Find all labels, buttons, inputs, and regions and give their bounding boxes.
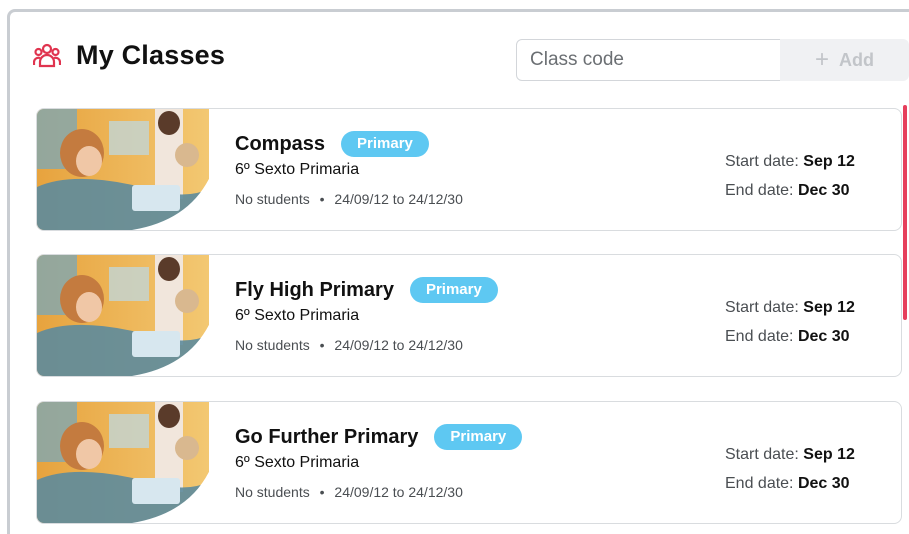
class-code-input[interactable] [516,39,781,81]
class-meta: No students • 24/09/12 to 24/12/30 [235,337,463,353]
people-group-icon [33,43,61,67]
student-count: No students [235,484,310,500]
scrollbar[interactable] [903,105,907,320]
date-range: 24/09/12 to 24/12/30 [334,484,463,500]
start-date-label: Start date: [725,153,799,170]
meta-separator: • [319,191,325,207]
end-date-label: End date: [725,182,794,199]
class-title-row: Go Further Primary Primary [235,424,523,450]
class-subtitle: 6º Sexto Primaria [235,454,360,471]
class-thumbnail [37,109,209,230]
end-date-value: Dec 30 [797,328,850,345]
panel-header: My Classes [33,40,225,71]
meta-separator: • [319,337,325,353]
class-card[interactable]: Fly High Primary Primary 6º Sexto Primar… [36,254,902,377]
page-title: My Classes [76,40,226,70]
class-dates: Start date: Sep 12 End date: Dec 30 [725,147,855,205]
class-thumbnail [37,402,209,523]
start-date-label: Start date: [725,446,799,463]
start-date: Start date: Sep 12 [725,293,855,322]
date-range: 24/09/12 to 24/12/30 [334,191,463,207]
start-date-value: Sep 12 [803,446,855,463]
plus-icon: + [814,46,829,73]
class-thumbnail [37,255,209,376]
meta-separator: • [319,484,325,500]
class-title-row: Compass Primary [235,131,429,157]
class-meta: No students • 24/09/12 to 24/12/30 [235,191,463,207]
student-count: No students [235,191,310,207]
start-date-value: Sep 12 [803,299,855,316]
add-button-label: Add [839,49,874,70]
start-date: Start date: Sep 12 [725,440,855,469]
end-date: End date: Dec 30 [725,176,855,205]
end-date: End date: Dec 30 [725,322,855,351]
class-meta: No students • 24/09/12 to 24/12/30 [235,484,463,500]
class-card[interactable]: Go Further Primary Primary 6º Sexto Prim… [36,401,902,524]
end-date-label: End date: [725,328,794,345]
end-date-value: Dec 30 [797,475,850,492]
start-date-value: Sep 12 [803,153,855,170]
end-date-value: Dec 30 [797,182,850,199]
class-title: Compass [235,132,326,155]
class-card[interactable]: Compass Primary 6º Sexto Primaria No stu… [36,108,902,231]
class-dates: Start date: Sep 12 End date: Dec 30 [725,440,855,498]
end-date: End date: Dec 30 [725,469,855,498]
level-badge: Primary [341,131,429,157]
level-badge: Primary [434,424,523,450]
start-date-label: Start date: [725,299,799,316]
class-subtitle: 6º Sexto Primaria [235,307,360,324]
add-class-button[interactable]: + Add [780,39,909,81]
class-title-row: Fly High Primary Primary [235,277,498,303]
end-date-label: End date: [725,475,794,492]
class-subtitle: 6º Sexto Primaria [235,161,360,178]
level-badge: Primary [409,277,498,303]
start-date: Start date: Sep 12 [725,147,855,176]
class-title: Go Further Primary [235,425,419,448]
class-title: Fly High Primary [235,278,394,301]
date-range: 24/09/12 to 24/12/30 [334,337,463,353]
class-dates: Start date: Sep 12 End date: Dec 30 [725,293,855,351]
student-count: No students [235,337,310,353]
